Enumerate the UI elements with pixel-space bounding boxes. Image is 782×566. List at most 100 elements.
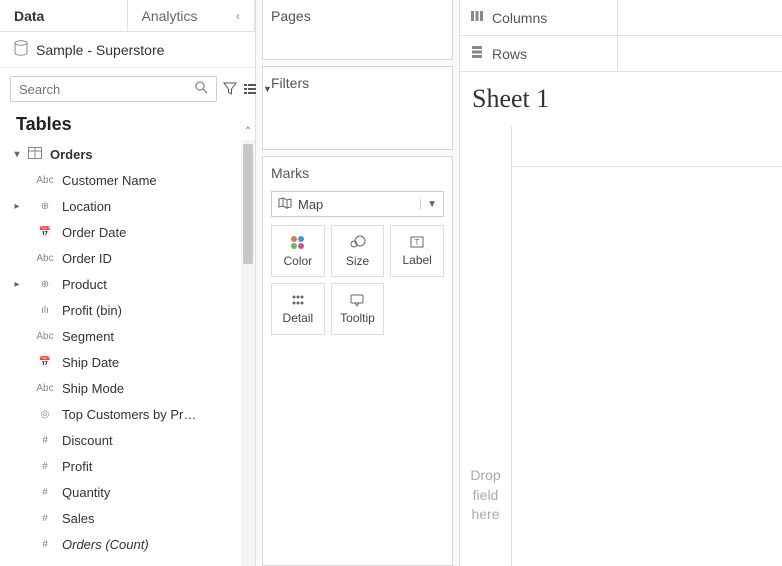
field-label: Segment — [62, 329, 114, 344]
field-type-icon: # — [36, 487, 54, 498]
marks-label-label: Label — [402, 253, 431, 267]
field-row[interactable]: # Sales — [0, 505, 255, 531]
field-type-icon: ◎ — [36, 409, 54, 420]
pages-title: Pages — [271, 8, 444, 24]
search-box[interactable] — [10, 76, 217, 102]
filters-card[interactable]: Filters — [262, 66, 453, 150]
field-type-icon: ılı — [36, 305, 54, 316]
field-type-icon: Abc — [36, 253, 54, 264]
field-row[interactable]: # Orders (Count) — [0, 531, 255, 557]
field-row[interactable]: ▸ ⊕ Product — [0, 271, 255, 297]
scrollbar[interactable]: ⌃ — [241, 140, 255, 566]
canvas-divider — [512, 166, 782, 167]
view-options-icon[interactable] — [243, 80, 257, 98]
expand-icon[interactable]: ▸ — [10, 279, 24, 290]
marks-size-label: Size — [346, 254, 369, 268]
field-type-icon: Abc — [36, 175, 54, 186]
field-row[interactable]: # Discount — [0, 427, 255, 453]
field-type-icon: # — [36, 461, 54, 472]
mark-type-label: Map — [298, 197, 323, 212]
table-header-row[interactable]: ▾ Orders — [0, 141, 255, 167]
field-type-icon: 📅 — [36, 357, 54, 368]
scroll-up-icon[interactable]: ⌃ — [241, 126, 255, 137]
marks-color-button[interactable]: Color — [271, 225, 325, 277]
rows-drop-zone[interactable]: Dropfieldhere — [460, 126, 512, 566]
mark-type-select[interactable]: Map ▼ — [271, 191, 444, 217]
drop-hint: Dropfieldhere — [464, 466, 507, 525]
field-row[interactable]: Abc Segment — [0, 323, 255, 349]
field-type-icon: Abc — [36, 383, 54, 394]
field-label: Ship Date — [62, 355, 119, 370]
field-row[interactable]: # Quantity — [0, 479, 255, 505]
search-input[interactable] — [19, 82, 195, 97]
pages-card[interactable]: Pages — [262, 0, 453, 60]
collapse-sidebar-icon[interactable]: ‹ — [236, 9, 240, 23]
datasource-icon — [14, 40, 28, 59]
columns-label: Columns — [492, 10, 547, 26]
field-row[interactable]: Abc Customer Name — [0, 167, 255, 193]
tab-analytics[interactable]: Analytics ‹ — [128, 0, 256, 31]
field-type-icon: # — [36, 435, 54, 446]
rows-label: Rows — [492, 46, 527, 62]
tables-header: Tables — [0, 110, 255, 141]
field-type-icon: Abc — [36, 331, 54, 342]
search-icon — [195, 81, 208, 97]
table-name: Orders — [50, 147, 93, 162]
field-label: Product — [62, 277, 107, 292]
field-row[interactable]: ▸ ⊕ Location — [0, 193, 255, 219]
marks-detail-button[interactable]: Detail — [271, 283, 325, 335]
rows-shelf[interactable]: Rows — [460, 36, 782, 72]
marks-tooltip-label: Tooltip — [340, 311, 375, 325]
filter-icon[interactable] — [223, 80, 237, 98]
svg-text:T: T — [415, 238, 420, 247]
chevron-down-icon[interactable]: ▼ — [420, 199, 437, 210]
field-label: Discount — [62, 433, 113, 448]
tab-data[interactable]: Data — [0, 0, 128, 31]
field-row[interactable]: ılı Profit (bin) — [0, 297, 255, 323]
field-type-icon: ⊕ — [36, 279, 54, 290]
dropdown-caret-icon[interactable]: ▼ — [263, 80, 272, 98]
table-icon — [28, 147, 42, 162]
field-row[interactable]: 📅 Ship Date — [0, 349, 255, 375]
marks-label-button[interactable]: T Label — [390, 225, 444, 277]
marks-color-label: Color — [283, 254, 312, 268]
columns-icon — [470, 9, 484, 26]
field-label: Ship Mode — [62, 381, 124, 396]
field-type-icon: ⊕ — [36, 201, 54, 212]
field-label: Order Date — [62, 225, 126, 240]
fields-tree: ▾ Orders Abc Customer Name ▸ ⊕ Location 📅 Orde… — [0, 141, 255, 566]
sheet-title[interactable]: Sheet 1 — [472, 84, 782, 114]
field-label: Quantity — [62, 485, 110, 500]
field-row[interactable]: 📅 Order Date — [0, 219, 255, 245]
field-row[interactable]: # Profit — [0, 453, 255, 479]
map-icon — [278, 197, 292, 212]
datasource-row[interactable]: Sample - Superstore — [0, 32, 255, 68]
marks-tooltip-button[interactable]: Tooltip — [331, 283, 385, 335]
scroll-thumb[interactable] — [243, 144, 253, 264]
marks-size-button[interactable]: Size — [331, 225, 385, 277]
field-row[interactable]: ◎ Top Customers by Pr… — [0, 401, 255, 427]
filters-title: Filters — [271, 75, 444, 91]
field-label: Orders (Count) — [62, 537, 149, 552]
rows-icon — [470, 45, 484, 62]
field-label: Sales — [62, 511, 95, 526]
field-label: Customer Name — [62, 173, 157, 188]
field-row[interactable]: Abc Order ID — [0, 245, 255, 271]
field-label: Profit (bin) — [62, 303, 122, 318]
marks-detail-label: Detail — [282, 311, 313, 325]
tab-analytics-label: Analytics — [142, 8, 198, 24]
columns-shelf[interactable]: Columns — [460, 0, 782, 36]
marks-card: Marks Map ▼ Color Size T La — [262, 156, 453, 566]
field-label: Location — [62, 199, 111, 214]
expand-icon[interactable]: ▾ — [10, 149, 24, 160]
field-row[interactable]: Abc Ship Mode — [0, 375, 255, 401]
datasource-label: Sample - Superstore — [36, 42, 164, 58]
field-type-icon: 📅 — [36, 227, 54, 238]
field-label: Top Customers by Pr… — [62, 407, 196, 422]
field-type-icon: # — [36, 539, 54, 550]
field-label: Order ID — [62, 251, 112, 266]
field-label: Profit — [62, 459, 92, 474]
expand-icon[interactable]: ▸ — [10, 201, 24, 212]
marks-title: Marks — [271, 165, 444, 181]
field-type-icon: # — [36, 513, 54, 524]
